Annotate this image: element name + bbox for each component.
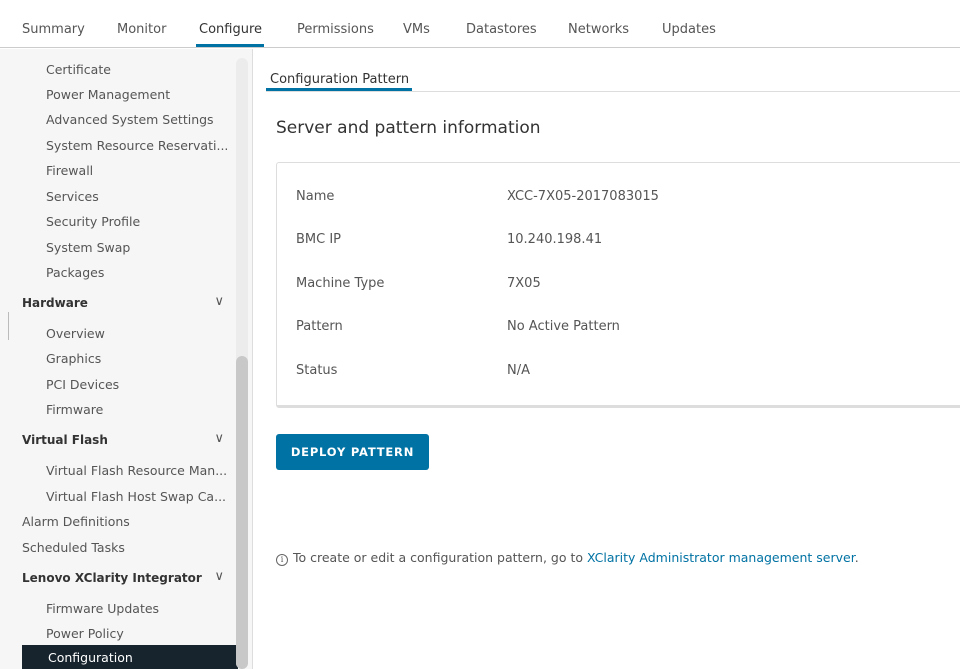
pattern-value: No Active Pattern: [507, 319, 620, 334]
sidebar-item-system-swap[interactable]: System Swap: [46, 240, 130, 255]
status-label: Status: [296, 363, 338, 378]
chevron-down-icon[interactable]: ∨: [214, 431, 224, 446]
name-value: XCC-7X05-2017083015: [507, 189, 659, 204]
sidebar-item-power-policy[interactable]: Power Policy: [46, 626, 124, 641]
deploy-pattern-button[interactable]: DEPLOY PATTERN: [276, 434, 429, 470]
sidebar-item-firmware[interactable]: Firmware: [46, 402, 103, 417]
sidebar-item-configuration[interactable]: Configuration: [22, 645, 238, 669]
sidebar-item-security-profile[interactable]: Security Profile: [46, 214, 140, 229]
sidebar-item-graphics[interactable]: Graphics: [46, 351, 101, 366]
sidebar-group-label: Lenovo XClarity Integrator: [22, 571, 202, 585]
sidebar-item-firmware-updates[interactable]: Firmware Updates: [46, 601, 159, 616]
xclarity-admin-link[interactable]: XClarity Administrator management server: [587, 550, 855, 565]
sidebar-group-label: Virtual Flash: [22, 433, 108, 447]
tab-vms[interactable]: VMs: [403, 22, 430, 37]
info-text-end: .: [854, 550, 859, 565]
sidebar-group-label: Hardware: [22, 296, 88, 310]
tab-monitor[interactable]: Monitor: [117, 22, 166, 37]
tab-networks[interactable]: Networks: [568, 22, 629, 37]
sidebar-item-system-resource-reservation[interactable]: System Resource Reservati...: [46, 138, 228, 153]
sidebar-item-virtual-flash-resource[interactable]: Virtual Flash Resource Man...: [46, 463, 227, 478]
sidebar-item-certificate[interactable]: Certificate: [46, 62, 111, 77]
chevron-down-icon[interactable]: ∨: [214, 294, 224, 309]
sidebar-item-virtual-flash-host-swap[interactable]: Virtual Flash Host Swap Ca...: [46, 489, 226, 504]
tab-summary[interactable]: Summary: [22, 22, 85, 37]
collapse-handle[interactable]: [8, 312, 9, 340]
tab-configuration-pattern[interactable]: Configuration Pattern: [270, 72, 409, 87]
sidebar-item-overview[interactable]: Overview: [46, 326, 105, 341]
subtab-divider: [266, 91, 960, 92]
sidebar-item-services[interactable]: Services: [46, 189, 99, 204]
sidebar-item-advanced-system-settings[interactable]: Advanced System Settings: [46, 112, 214, 127]
tab-updates[interactable]: Updates: [662, 22, 716, 37]
pattern-label: Pattern: [296, 319, 343, 334]
info-text: To create or edit a configuration patter…: [293, 550, 587, 565]
active-tab-indicator: [196, 44, 264, 47]
machine-type-label: Machine Type: [296, 276, 385, 291]
sidebar-item-label: Configuration: [48, 650, 133, 665]
sidebar-item-packages[interactable]: Packages: [46, 265, 104, 280]
tab-configure[interactable]: Configure: [199, 22, 262, 37]
info-message: i To create or edit a configuration patte…: [276, 550, 859, 566]
sidebar-item-firewall[interactable]: Firewall: [46, 163, 93, 178]
sidebar-item-alarm-definitions[interactable]: Alarm Definitions: [22, 514, 130, 529]
sidebar-item-pci-devices[interactable]: PCI Devices: [46, 377, 119, 392]
sidebar-item-power-management[interactable]: Power Management: [46, 87, 170, 102]
status-value: N/A: [507, 363, 530, 378]
bmc-ip-label: BMC IP: [296, 232, 342, 247]
bmc-ip-value: 10.240.198.41: [507, 232, 603, 247]
machine-type-value: 7X05: [507, 276, 541, 291]
sidebar-group-xclarity[interactable]: Lenovo XClarity Integrator ∨: [22, 569, 232, 585]
tab-permissions[interactable]: Permissions: [297, 22, 374, 37]
sidebar-group-virtual-flash[interactable]: Virtual Flash ∨: [22, 431, 232, 447]
sidebar-group-hardware[interactable]: Hardware ∨: [22, 294, 232, 310]
chevron-down-icon[interactable]: ∨: [214, 569, 224, 584]
name-label: Name: [296, 189, 335, 204]
section-title: Server and pattern information: [276, 118, 541, 138]
sidebar-divider: [252, 49, 253, 669]
tab-datastores[interactable]: Datastores: [466, 22, 537, 37]
top-tab-bar: Summary Monitor Configure Permissions VM…: [0, 0, 960, 48]
sidebar-item-scheduled-tasks[interactable]: Scheduled Tasks: [22, 540, 125, 555]
sidebar-scrollbar-thumb[interactable]: [236, 356, 248, 669]
info-icon: i: [276, 554, 288, 566]
